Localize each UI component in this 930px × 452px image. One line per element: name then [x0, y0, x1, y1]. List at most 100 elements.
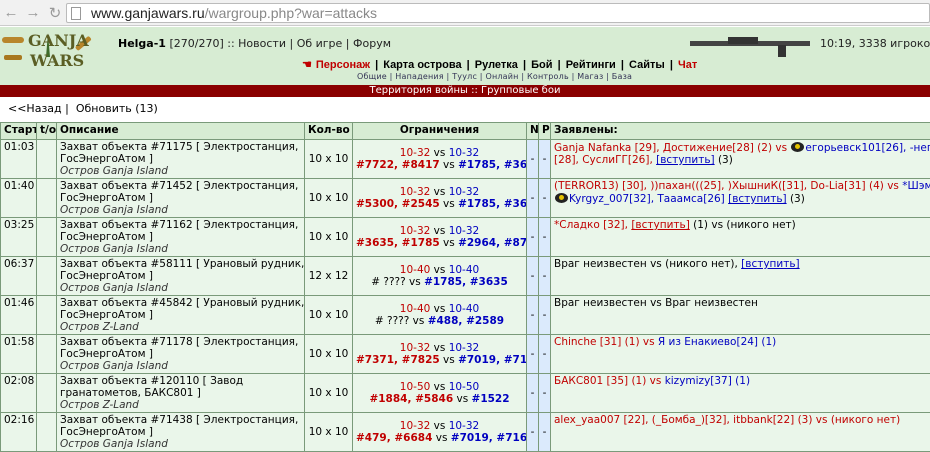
description-cell: Захват объекта #71178 [ Электростанция,Г…	[57, 335, 305, 374]
start-time: 02:08	[1, 374, 37, 413]
p-cell: -	[539, 413, 551, 452]
back-link[interactable]: <<Назад	[8, 102, 62, 115]
logo-text-wars: WARS	[30, 51, 84, 70]
timeout-cell	[37, 335, 57, 374]
island-label: Остров Z-Land	[60, 399, 301, 411]
description-cell: Захват объекта #45842 [ Урановый рудник,…	[57, 296, 305, 335]
applied-cell: Chinche [31] (1) vs Я из Енакиево[24] (1…	[551, 335, 930, 374]
news-link[interactable]: Новости	[238, 37, 286, 50]
p-cell: -	[539, 179, 551, 218]
menu-sites[interactable]: Сайты	[629, 59, 665, 71]
eye-icon	[555, 193, 568, 203]
n-cell: -	[527, 374, 539, 413]
menu-chat[interactable]: Чат	[678, 59, 697, 71]
applied-cell: БАКС801 [35] (1) vs kizymizy[37] (1)	[551, 374, 930, 413]
limits-cell: 10-32 vs 10-32#5300, #2545 vs #1785, #36…	[353, 179, 527, 218]
applied-cell: Враг неизвестен vs (никого нет), [вступи…	[551, 257, 930, 296]
logo-text-ganja: GANJA	[28, 31, 89, 50]
start-time: 02:16	[1, 413, 37, 452]
col-description: Описание	[57, 123, 305, 140]
timeout-cell	[37, 179, 57, 218]
col-n: N	[527, 123, 539, 140]
p-cell: -	[539, 296, 551, 335]
logo[interactable]: GANJA WARS	[0, 27, 96, 85]
sub-menu[interactable]: Общие | Нападения | Туулс | Онлайн | Кон…	[357, 72, 632, 81]
col-p: P	[539, 123, 551, 140]
n-cell: -	[527, 335, 539, 374]
island-label: Остров Ganja Island	[60, 165, 301, 177]
battles-table: Старт t/o Описание Кол-во Ограничения N …	[0, 122, 930, 452]
p-cell: -	[539, 335, 551, 374]
limits-cell: 10-40 vs 10-40# ???? vs #488, #2589	[353, 296, 527, 335]
join-link[interactable]: [вступить]	[656, 154, 714, 166]
back-arrow-icon[interactable]: ←	[0, 4, 22, 21]
p-cell: -	[539, 374, 551, 413]
reload-icon[interactable]: ↻	[44, 4, 66, 22]
applied-cell: alex_yaa007 [22], (_Бомба_)[32], itbbank…	[551, 413, 930, 452]
site-header: GANJA WARS Helga-1 [270/270] :: Новости …	[0, 27, 930, 85]
server-clock: 10:19, 3338 игроков о	[820, 37, 930, 50]
nav-links: <<Назад | Обновить (13)	[8, 102, 158, 115]
address-bar[interactable]: www.ganjawars.ru/wargroup.php?war=attack…	[66, 3, 930, 23]
url-host: www.ganjawars.ru	[91, 5, 205, 21]
refresh-link[interactable]: Обновить (13)	[76, 102, 158, 115]
applied-cell: *Сладко [32], [вступить] (1) vs (никого …	[551, 218, 930, 257]
count-cell: 10 x 10	[305, 296, 353, 335]
p-cell: -	[539, 218, 551, 257]
count-cell: 10 x 10	[305, 413, 353, 452]
col-count: Кол-во	[305, 123, 353, 140]
count-cell: 10 x 10	[305, 335, 353, 374]
limits-cell: 10-32 vs 10-32#7722, #8417 vs #1785, #36…	[353, 140, 527, 179]
timeout-cell	[37, 413, 57, 452]
limits-cell: 10-32 vs 10-32#7371, #7825 vs #7019, #71…	[353, 335, 527, 374]
applied-cell: (TERROR13) [30], ))пахан(((25], )ХышниК(…	[551, 179, 930, 218]
table-row: 02:08 Захват объекта #120110 [ Заводграна…	[1, 374, 930, 413]
menu-ratings[interactable]: Рейтинги	[566, 59, 616, 71]
join-link[interactable]: [вступить]	[741, 258, 799, 270]
limits-cell: 10-40 vs 10-40# ???? vs #1785, #3635	[353, 257, 527, 296]
join-link[interactable]: [вступить]	[631, 219, 689, 231]
limits-cell: 10-32 vs 10-32#479, #6684 vs #7019, #716…	[353, 413, 527, 452]
page-icon	[71, 7, 81, 20]
island-label: Остров Ganja Island	[60, 204, 301, 216]
timeout-cell	[37, 257, 57, 296]
table-row: 01:58 Захват объекта #71178 [ Электростан…	[1, 335, 930, 374]
col-limits: Ограничения	[353, 123, 527, 140]
island-label: Остров Ganja Island	[60, 243, 301, 255]
rifle-icon	[688, 27, 820, 63]
limits-cell: 10-32 vs 10-32#3635, #1785 vs #2964, #87…	[353, 218, 527, 257]
main-menu: ☚Персонаж | Карта острова | Рулетка | Бо…	[300, 58, 699, 71]
about-link[interactable]: Об игре	[297, 37, 343, 50]
count-cell: 12 x 12	[305, 257, 353, 296]
menu-character-icon: ☚	[302, 59, 312, 71]
start-time: 06:37	[1, 257, 37, 296]
table-row: 01:03Захват объекта #71175 [ Электростан…	[1, 140, 930, 179]
count-cell: 10 x 10	[305, 140, 353, 179]
start-time: 01:58	[1, 335, 37, 374]
start-time: 03:25	[1, 218, 37, 257]
col-applied: Заявлены:	[551, 123, 930, 140]
menu-roulette[interactable]: Рулетка	[475, 59, 518, 71]
start-time: 01:40	[1, 179, 37, 218]
start-time: 01:03	[1, 140, 37, 179]
menu-character[interactable]: Персонаж	[316, 59, 370, 71]
join-link[interactable]: [вступить]	[728, 193, 786, 205]
timeout-cell	[37, 140, 57, 179]
description-cell: Захват объекта #71438 [ Электростанция,Г…	[57, 413, 305, 452]
count-cell: 10 x 10	[305, 218, 353, 257]
col-start: Старт	[1, 123, 37, 140]
forward-arrow-icon[interactable]: →	[22, 4, 44, 21]
username-link[interactable]: Helga-1	[118, 37, 166, 50]
limits-cell: 10-50 vs 10-50#1884, #5846 vs #1522	[353, 374, 527, 413]
menu-battle[interactable]: Бой	[531, 59, 552, 71]
p-cell: -	[539, 140, 551, 179]
menu-island-map[interactable]: Карта острова	[383, 59, 461, 71]
timeout-cell	[37, 218, 57, 257]
forum-link[interactable]: Форум	[353, 37, 391, 50]
description-cell: Захват объекта #120110 [ Заводгранатомет…	[57, 374, 305, 413]
n-cell: -	[527, 257, 539, 296]
col-to: t/o	[37, 123, 57, 140]
island-label: Остров Ganja Island	[60, 360, 301, 372]
island-label: Остров Ganja Island	[60, 438, 301, 450]
table-row: 03:25Захват объекта #71162 [ Электростан…	[1, 218, 930, 257]
